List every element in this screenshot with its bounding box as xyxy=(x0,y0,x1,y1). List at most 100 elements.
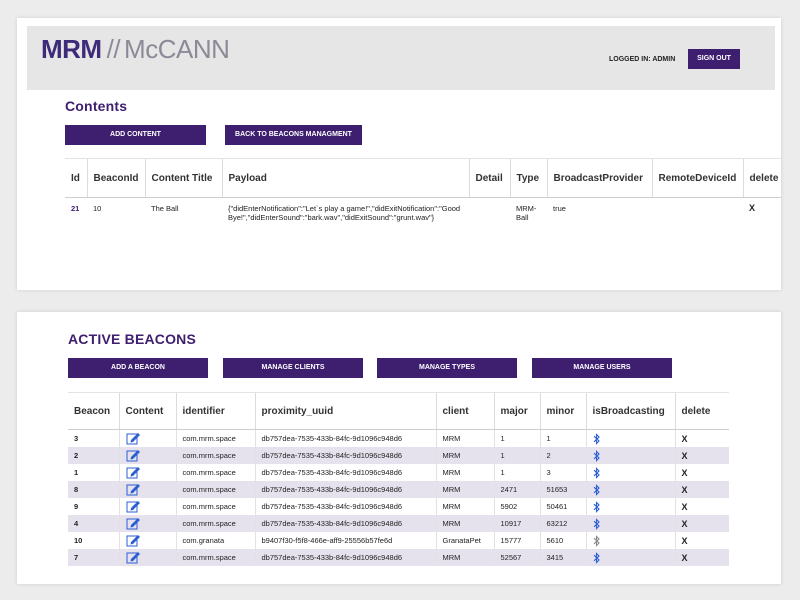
bluetooth-icon[interactable] xyxy=(593,517,601,530)
edit-icon[interactable] xyxy=(126,483,141,496)
content-title: The Ball xyxy=(151,204,179,213)
remote-device-id xyxy=(652,198,743,229)
broadcasting-cell xyxy=(585,515,675,532)
client: MRM xyxy=(435,481,494,498)
minor: 3415 xyxy=(539,549,586,566)
proximity-uuid: db757dea-7535-433b-84fc-9d1096c948d6 xyxy=(254,549,436,566)
edit-icon[interactable] xyxy=(126,449,141,462)
table-row: 10 com.granata b9407f30-f5f8-466e-aff9-255… xyxy=(68,532,729,549)
major: 1 xyxy=(493,429,540,447)
edit-icon[interactable] xyxy=(126,466,141,479)
add-content-button[interactable]: ADD CONTENT xyxy=(65,125,206,145)
column-header[interactable]: RemoteDeviceId xyxy=(651,158,743,198)
minor: 51653 xyxy=(539,481,586,498)
minor: 2 xyxy=(539,447,586,464)
bluetooth-icon[interactable] xyxy=(593,500,601,513)
content-cell xyxy=(118,481,176,498)
column-header[interactable]: client xyxy=(435,392,494,430)
delete-button[interactable]: X xyxy=(743,198,781,229)
column-header[interactable]: isBroadcasting xyxy=(585,392,675,430)
column-header[interactable]: Type xyxy=(509,158,547,198)
minor: 1 xyxy=(539,429,586,447)
logo-separator: // xyxy=(106,34,121,64)
proximity-uuid: db757dea-7535-433b-84fc-9d1096c948d6 xyxy=(254,447,436,464)
column-header[interactable]: identifier xyxy=(175,392,255,430)
content-id-link[interactable]: 21 xyxy=(65,198,87,229)
content-cell xyxy=(118,447,176,464)
delete-button[interactable]: X xyxy=(674,532,729,549)
client: MRM xyxy=(435,447,494,464)
manage-clients-button[interactable]: MANAGE CLIENTS xyxy=(223,358,363,378)
content-type: MRM-Ball xyxy=(516,204,537,222)
minor: 63212 xyxy=(539,515,586,532)
content-cell xyxy=(118,532,176,549)
delete-button[interactable]: X xyxy=(674,498,729,515)
column-header[interactable]: proximity_uuid xyxy=(254,392,436,430)
broadcasting-cell xyxy=(585,498,675,515)
bluetooth-icon[interactable] xyxy=(593,449,601,462)
identifier: com.mrm.space xyxy=(175,549,255,566)
major: 1 xyxy=(493,447,540,464)
proximity-uuid: db757dea-7535-433b-84fc-9d1096c948d6 xyxy=(254,515,436,532)
column-header[interactable]: BroadcastProvider xyxy=(546,158,652,198)
column-header[interactable]: delete xyxy=(674,392,729,430)
column-header[interactable]: Beacon xyxy=(68,392,119,430)
column-header[interactable]: minor xyxy=(539,392,586,430)
logo[interactable]: MRM//McCANN xyxy=(41,34,230,64)
identifier: com.mrm.space xyxy=(175,429,255,447)
content-cell xyxy=(118,429,176,447)
back-to-beacons-button[interactable]: BACK TO BEACONS MANAGMENT xyxy=(225,125,362,145)
beacon-number: 2 xyxy=(68,447,119,464)
column-header[interactable]: Id xyxy=(65,158,87,198)
beacons-table: Beacon Content identifier proximity_uuid… xyxy=(68,392,729,566)
bluetooth-icon[interactable] xyxy=(593,551,601,564)
column-header[interactable]: major xyxy=(493,392,540,430)
bluetooth-icon[interactable] xyxy=(593,534,601,547)
delete-button[interactable]: X xyxy=(674,515,729,532)
column-header[interactable]: Content Title xyxy=(144,158,222,198)
delete-button[interactable]: X xyxy=(674,481,729,498)
beacon-number: 8 xyxy=(68,481,119,498)
broadcast-provider: true xyxy=(553,204,566,213)
proximity-uuid: b9407f30-f5f8-466e-aff9-25556b57fe6d xyxy=(254,532,436,549)
manage-users-button[interactable]: MANAGE USERS xyxy=(532,358,672,378)
proximity-uuid: db757dea-7535-433b-84fc-9d1096c948d6 xyxy=(254,481,436,498)
add-beacon-button[interactable]: ADD A BEACON xyxy=(68,358,208,378)
bluetooth-icon[interactable] xyxy=(593,483,601,496)
logged-in-user: ADMIN xyxy=(652,56,676,63)
edit-icon[interactable] xyxy=(126,517,141,530)
identifier: com.mrm.space xyxy=(175,515,255,532)
edit-icon[interactable] xyxy=(126,432,141,445)
table-row: 2 com.mrm.space db757dea-7535-433b-84fc-9d… xyxy=(68,447,729,464)
bluetooth-icon[interactable] xyxy=(593,466,601,479)
identifier: com.granata xyxy=(175,532,255,549)
manage-types-button[interactable]: MANAGE TYPES xyxy=(377,358,517,378)
edit-icon[interactable] xyxy=(126,551,141,564)
column-header[interactable]: BeaconId xyxy=(86,158,145,198)
major: 5902 xyxy=(493,498,540,515)
column-header[interactable]: Payload xyxy=(221,158,469,198)
minor: 5610 xyxy=(539,532,586,549)
edit-icon[interactable] xyxy=(126,534,141,547)
table-row: 3 com.mrm.space db757dea-7535-433b-84fc-9d… xyxy=(68,429,729,447)
active-beacons-card: ACTIVE BEACONS ADD A BEACON MANAGE CLIEN… xyxy=(17,312,781,584)
header-bar: MRM//McCANN LOGGED IN: ADMIN SIGN OUT xyxy=(27,26,775,90)
beacon-number: 9 xyxy=(74,502,79,511)
edit-icon[interactable] xyxy=(126,500,141,513)
table-row: 9 com.mrm.space db757dea-7535-433b-84fc-9d… xyxy=(68,498,729,515)
column-header[interactable]: delete xyxy=(742,158,781,198)
proximity-uuid: db757dea-7535-433b-84fc-9d1096c948d6 xyxy=(254,429,436,447)
column-header[interactable]: Detail xyxy=(468,158,510,198)
client: MRM xyxy=(435,464,494,481)
bluetooth-icon[interactable] xyxy=(593,432,601,445)
table-row: 1 com.mrm.space db757dea-7535-433b-84fc-9d… xyxy=(68,464,729,481)
beacon-number: 7 xyxy=(68,549,119,566)
delete-button[interactable]: X xyxy=(674,464,729,481)
delete-button[interactable]: X xyxy=(674,447,729,464)
broadcasting-cell xyxy=(585,549,675,566)
column-header[interactable]: Content xyxy=(118,392,176,430)
sign-out-button[interactable]: SIGN OUT xyxy=(688,49,740,69)
delete-button[interactable]: X xyxy=(674,429,729,447)
beacon-number: 4 xyxy=(68,515,119,532)
delete-button[interactable]: X xyxy=(674,549,729,566)
